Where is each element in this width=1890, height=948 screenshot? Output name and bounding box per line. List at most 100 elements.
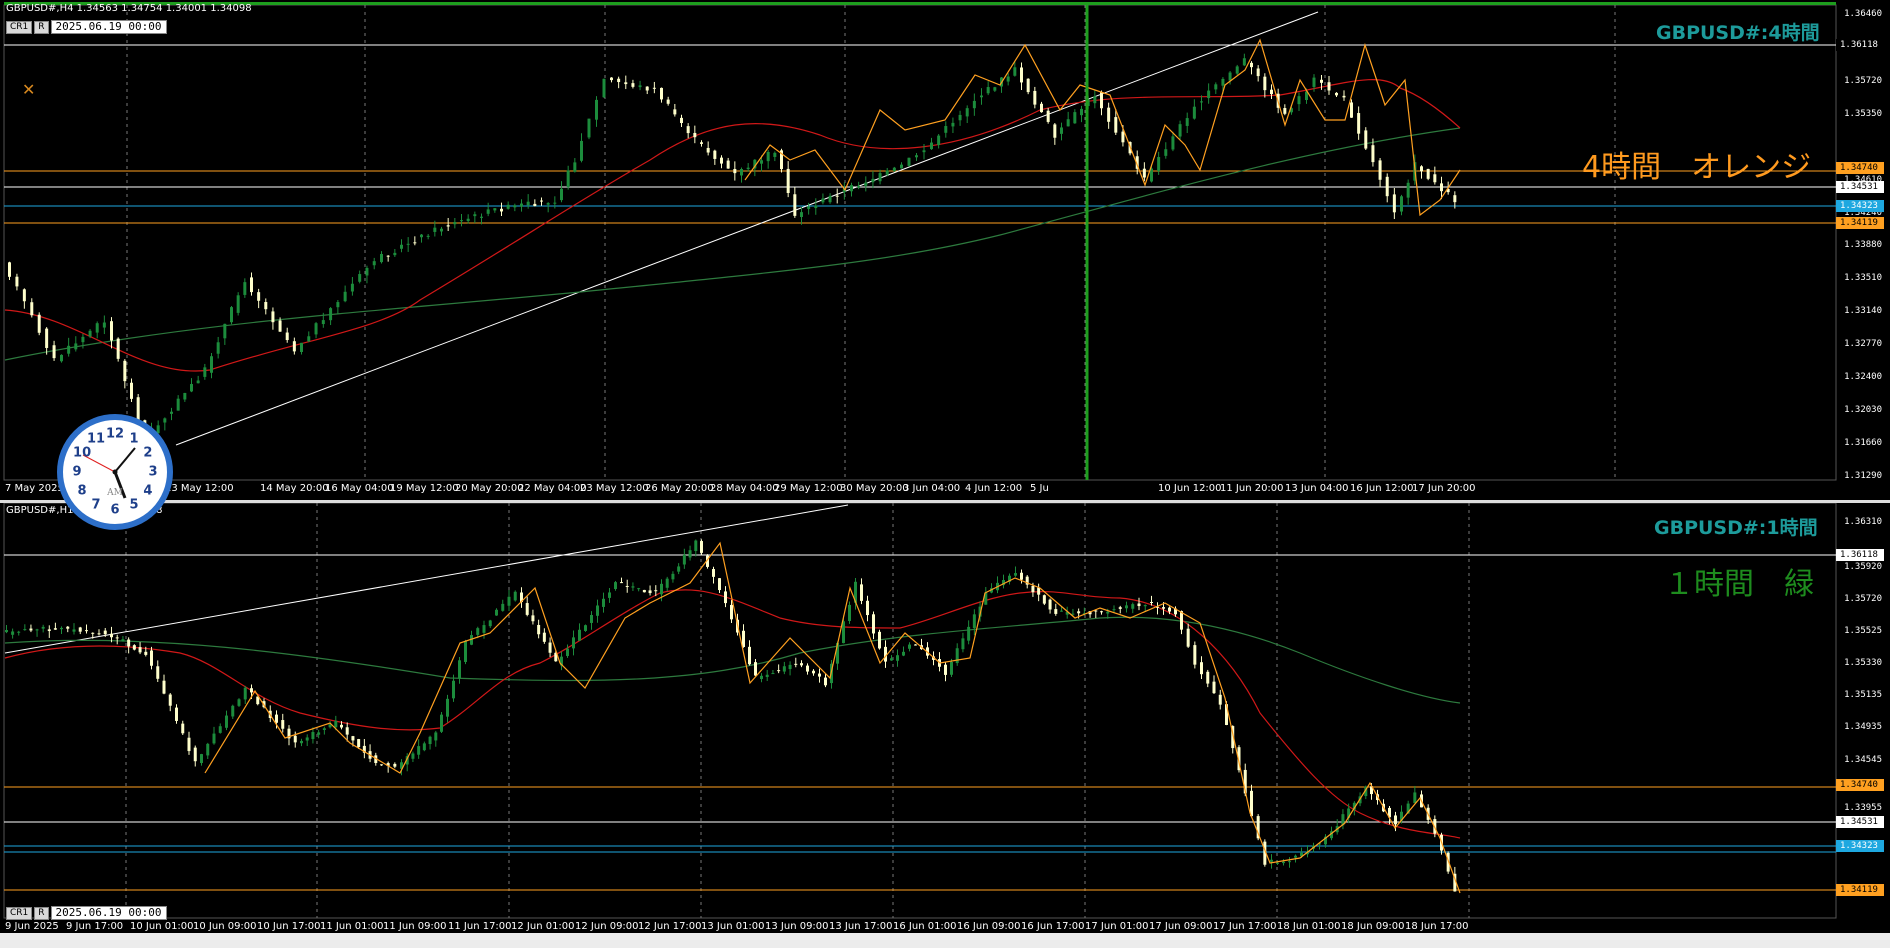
candle-body <box>526 201 530 206</box>
ma-fast-line <box>4 589 1461 839</box>
candle-body <box>782 666 786 672</box>
candle-body <box>190 384 193 392</box>
candle-body <box>993 87 997 91</box>
time-axis-label: 13 May 12:00 <box>165 483 234 494</box>
chart-h1-canvas[interactable] <box>0 503 1890 933</box>
r-button[interactable]: R <box>34 906 49 920</box>
candle-body <box>553 202 557 204</box>
candle-body <box>1077 611 1081 614</box>
chart-h4-title: GBPUSD#,H4 1.34563 1.34754 1.34001 1.340… <box>6 3 252 14</box>
candle-body <box>193 747 197 762</box>
candle-body <box>1014 573 1017 576</box>
chart-h1[interactable]: GBPUSD#,H1 1.34073 1.34098 CR1 R 2025.06… <box>0 503 1890 933</box>
timeframe-note: １時間 緑 <box>1664 567 1814 602</box>
datetime-field[interactable]: 2025.06.19 00:00 <box>50 906 167 920</box>
candle-body <box>340 724 343 728</box>
candle-body <box>578 629 581 641</box>
candle-body <box>336 302 340 308</box>
time-axis-label: 5 Ju <box>1030 483 1049 494</box>
trendline <box>175 11 1319 446</box>
candle-body <box>580 140 583 161</box>
candle-body <box>848 604 851 621</box>
time-axis-label: 17 Jun 20:00 <box>1412 483 1476 494</box>
candle-body <box>1080 108 1083 116</box>
candle-body <box>766 151 770 162</box>
candle-body <box>426 235 430 237</box>
symbol-label: GBPUSD#:1時間 <box>1654 517 1818 539</box>
candle-body <box>800 212 803 217</box>
clock-numeral: 12 <box>105 426 125 442</box>
price-axis-label: 1.32770 <box>1844 339 1882 349</box>
candle-body <box>411 753 415 759</box>
candle-body <box>1042 595 1046 604</box>
datetime-field[interactable]: 2025.06.19 00:00 <box>50 20 167 34</box>
candle-body <box>1054 609 1058 614</box>
candle-body <box>686 126 690 134</box>
candle-body <box>602 78 606 98</box>
candle-body <box>500 208 503 212</box>
candle-body <box>540 200 543 202</box>
candle-body <box>513 591 517 601</box>
candle-body <box>885 170 889 175</box>
candle-body <box>1335 92 1338 96</box>
candle-body <box>760 160 763 164</box>
time-axis-label: 13 Jun 01:00 <box>701 921 765 932</box>
candle-body <box>1180 611 1183 630</box>
candle-body <box>624 82 628 85</box>
candle-body <box>351 736 355 741</box>
candle-body <box>210 356 213 373</box>
clock-numeral: 5 <box>129 497 139 513</box>
candle-body <box>212 733 216 744</box>
candle-body <box>771 673 775 675</box>
time-axis-label: 22 May 04:00 <box>518 483 587 494</box>
chart-h4[interactable]: GBPUSD#,H4 1.34563 1.34754 1.34001 1.340… <box>0 0 1890 500</box>
candle-body <box>1093 96 1097 104</box>
time-axis-label: 16 May 04:00 <box>325 483 394 494</box>
candle-body <box>1294 855 1297 858</box>
candle-body <box>37 314 41 333</box>
price-axis-label: 1.35920 <box>1844 562 1882 572</box>
candle-body <box>654 590 658 592</box>
cr1-button[interactable]: CR1 <box>6 20 33 34</box>
candle-body <box>972 100 976 109</box>
time-axis-label: 17 Jun 09:00 <box>1149 921 1213 932</box>
chart-h4-canvas[interactable] <box>0 0 1890 500</box>
candle-body <box>386 255 390 257</box>
candle-body <box>625 585 629 587</box>
candle-body <box>673 109 677 115</box>
candle-body <box>726 160 730 169</box>
chart-h1-controls: CR1 R 2025.06.19 00:00 <box>6 906 167 920</box>
r-button[interactable]: R <box>34 20 49 34</box>
ma-fast-line <box>4 78 1461 372</box>
candle-body <box>1228 72 1232 81</box>
candle-body <box>8 262 11 277</box>
crosshair-tool-icon[interactable]: ✕ <box>22 80 35 99</box>
candle-body <box>566 648 569 656</box>
candle-body <box>200 754 203 764</box>
price-axis-label: 1.36460 <box>1844 9 1882 19</box>
clock-am-label: AM <box>107 487 123 498</box>
candle-body <box>1178 124 1182 137</box>
candle-body <box>321 320 325 325</box>
candle-body <box>907 157 911 166</box>
clock-numeral: 2 <box>143 445 153 461</box>
price-tag: 1.36118 <box>1836 39 1884 51</box>
price-axis-label: 1.32400 <box>1844 372 1882 382</box>
candle-body <box>677 566 681 572</box>
candle-body <box>506 204 510 209</box>
candle-body <box>1371 145 1375 163</box>
candle-body <box>950 662 953 675</box>
candle-body <box>892 167 896 172</box>
candle-body <box>170 411 173 414</box>
candle-body <box>103 630 107 635</box>
candle-body <box>1020 572 1023 580</box>
price-tag: 1.34740 <box>1836 162 1884 174</box>
candle-body <box>434 732 438 741</box>
candle-body <box>572 637 575 649</box>
candle-body <box>1150 601 1153 603</box>
cr1-button[interactable]: CR1 <box>6 906 33 920</box>
candle-body <box>864 182 868 186</box>
candle-body <box>742 630 745 648</box>
candle-body <box>413 242 417 244</box>
candle-body <box>944 126 948 133</box>
